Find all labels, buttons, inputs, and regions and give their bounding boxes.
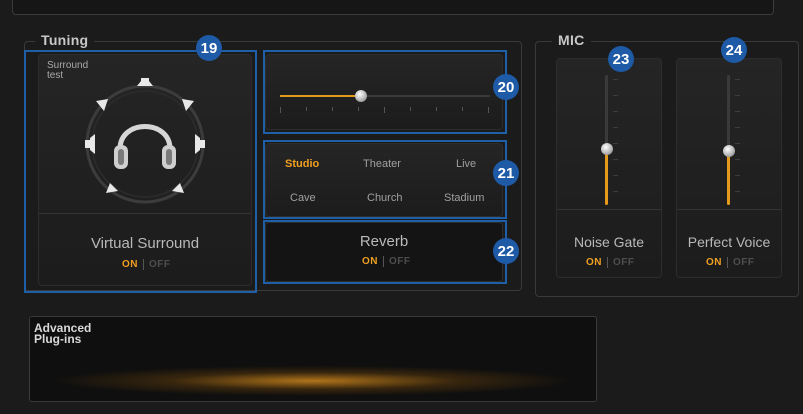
callout-box-19 — [24, 50, 257, 293]
callout-badge-21: 21 — [493, 160, 519, 186]
tuning-title: Tuning — [35, 32, 95, 48]
callout-badge-20: 20 — [493, 74, 519, 100]
perfect-voice-on[interactable]: ON — [706, 257, 722, 268]
callout-badge-23: 23 — [608, 46, 634, 72]
perfect-voice-off[interactable]: OFF — [733, 257, 755, 268]
noise-gate-on[interactable]: ON — [586, 257, 602, 268]
perfect-voice-fill — [727, 151, 730, 205]
mic-title: MIC — [552, 32, 591, 48]
callout-box-21 — [263, 140, 507, 219]
advanced-plugins-panel[interactable]: Advanced Plug-ins — [29, 316, 597, 402]
noise-gate-toggle: ON OFF — [586, 257, 635, 268]
callout-box-20 — [263, 50, 507, 134]
noise-gate-panel: Noise Gate ON OFF — [556, 58, 662, 278]
noise-gate-label: Noise Gate — [573, 234, 645, 250]
perfect-voice-toggle: ON OFF — [706, 257, 755, 268]
noise-gate-knob[interactable] — [601, 143, 613, 155]
callout-badge-24: 24 — [721, 37, 747, 63]
noise-gate-off[interactable]: OFF — [613, 257, 635, 268]
top-strip — [12, 0, 774, 15]
perfect-voice-knob[interactable] — [723, 145, 735, 157]
noise-gate-fill — [605, 151, 608, 205]
perfect-voice-panel: Perfect Voice ON OFF — [676, 58, 782, 278]
advanced-plugins-label: Advanced Plug-ins — [34, 321, 92, 346]
callout-badge-22: 22 — [493, 238, 519, 264]
perfect-voice-label: Perfect Voice — [687, 234, 771, 250]
callout-badge-19: 19 — [196, 35, 222, 61]
callout-box-22 — [263, 220, 507, 284]
